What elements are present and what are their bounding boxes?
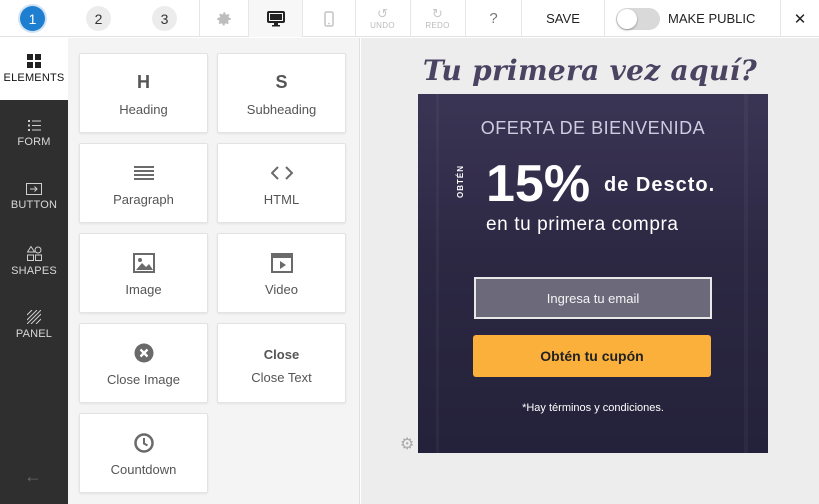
rail-item-button[interactable]: BUTTON: [0, 166, 68, 228]
step-2-button[interactable]: 2: [86, 6, 111, 31]
element-card-label: Subheading: [246, 101, 317, 117]
grid-icon: [27, 54, 41, 68]
toggle-knob: [617, 9, 637, 29]
element-card-close-image[interactable]: Close Image: [79, 323, 208, 403]
element-card-label: Countdown: [110, 461, 177, 477]
rail-item-label: ELEMENTS: [3, 72, 65, 84]
get-coupon-button[interactable]: Obtén tu cupón: [473, 335, 711, 377]
obten-label[interactable]: OBTÉN: [456, 165, 465, 198]
save-button[interactable]: SAVE: [521, 0, 604, 37]
heading-icon: H: [137, 72, 150, 92]
gear-icon: [216, 11, 231, 25]
element-card-close-text[interactable]: Close Close Text: [217, 323, 346, 403]
shapes-icon: [26, 245, 42, 261]
elements-panel: H Heading S Subheading Paragraph HTML Im…: [68, 38, 360, 504]
left-rail: ELEMENTS FORM BUTTON SHAPES PANEL ←: [0, 38, 68, 504]
terms-text[interactable]: *Hay términos y condiciones.: [418, 402, 768, 414]
step-3-button[interactable]: 3: [152, 6, 177, 31]
rail-item-label: FORM: [17, 135, 51, 148]
popup-preview[interactable]: OFERTA DE BIENVENIDA OBTÉN 15% de Descto…: [418, 94, 768, 453]
decorative-stripe: [744, 94, 748, 453]
paragraph-icon: [133, 160, 154, 186]
element-card-subheading[interactable]: S Subheading: [217, 53, 346, 133]
code-icon: [270, 160, 293, 186]
make-public-toggle[interactable]: [616, 8, 660, 30]
element-card-html[interactable]: HTML: [217, 143, 346, 223]
element-card-label: Image: [125, 281, 162, 297]
popup-settings-icon[interactable]: ⚙: [400, 434, 414, 454]
email-input[interactable]: Ingresa tu email: [474, 277, 712, 319]
rail-item-label: SHAPES: [11, 264, 57, 277]
step-1-button[interactable]: 1: [20, 6, 45, 31]
element-card-video[interactable]: Video: [217, 233, 346, 313]
popup-headline[interactable]: Tu primera vez aquí?: [361, 54, 819, 87]
rail-item-form[interactable]: FORM: [0, 102, 68, 164]
undo-icon: ↺: [377, 6, 388, 21]
redo-button[interactable]: ↻ REDO: [410, 0, 464, 37]
undo-label: UNDO: [370, 21, 395, 30]
rail-item-label: PANEL: [15, 328, 53, 340]
element-card-label: Paragraph: [113, 191, 174, 207]
form-icon: [27, 119, 41, 131]
element-card-label: HTML: [263, 191, 300, 207]
element-card-label: Heading: [119, 101, 168, 117]
make-public-label: MAKE PUBLIC: [668, 11, 756, 26]
panel-icon: [27, 310, 41, 324]
save-label: SAVE: [546, 11, 580, 26]
editor-canvas: Tu primera vez aquí? OFERTA DE BIENVENID…: [361, 38, 819, 504]
rail-item-elements[interactable]: ELEMENTS: [0, 38, 68, 100]
element-card-label: Close Image: [107, 371, 180, 387]
element-card-label: Video: [264, 281, 298, 297]
element-card-paragraph[interactable]: Paragraph: [79, 143, 208, 223]
top-toolbar: 1 2 3 ↺ UNDO ↻ REDO ? SAVE MAKE PUBLIC ✕: [0, 0, 819, 37]
help-button[interactable]: ?: [465, 0, 521, 37]
redo-icon: ↻: [432, 6, 443, 21]
discount-percent[interactable]: 15%: [486, 154, 590, 214]
close-editor-button[interactable]: ✕: [780, 0, 819, 37]
element-card-image[interactable]: Image: [79, 233, 208, 313]
discount-label[interactable]: de Descto.: [604, 174, 715, 197]
image-icon: [132, 250, 155, 276]
rail-item-label: BUTTON: [10, 199, 58, 211]
rail-item-shapes[interactable]: SHAPES: [0, 230, 68, 292]
first-purchase-text[interactable]: en tu primera compra: [486, 214, 679, 236]
rail-item-panel[interactable]: PANEL: [0, 294, 68, 356]
arrow-left-icon[interactable]: ←: [24, 466, 42, 487]
element-card-heading[interactable]: H Heading: [79, 53, 208, 133]
mobile-icon: [323, 10, 334, 27]
clock-icon: [133, 430, 154, 456]
undo-button[interactable]: ↺ UNDO: [355, 0, 409, 37]
mobile-view-button[interactable]: [302, 0, 354, 37]
element-card-label: Close Text: [251, 369, 312, 385]
desktop-icon: [266, 10, 285, 26]
redo-label: REDO: [425, 21, 450, 30]
desktop-view-button[interactable]: [248, 0, 302, 37]
settings-button[interactable]: [199, 0, 247, 37]
offer-title[interactable]: OFERTA DE BIENVENIDA: [418, 118, 768, 139]
decorative-stripe: [436, 94, 439, 453]
button-icon: [26, 183, 42, 195]
close-icon: ✕: [793, 10, 807, 28]
element-card-countdown[interactable]: Countdown: [79, 413, 208, 493]
video-icon: [270, 250, 293, 276]
close-circle-icon: [134, 340, 154, 366]
close-text-icon: Close: [263, 347, 300, 362]
subheading-icon: S: [275, 72, 288, 92]
